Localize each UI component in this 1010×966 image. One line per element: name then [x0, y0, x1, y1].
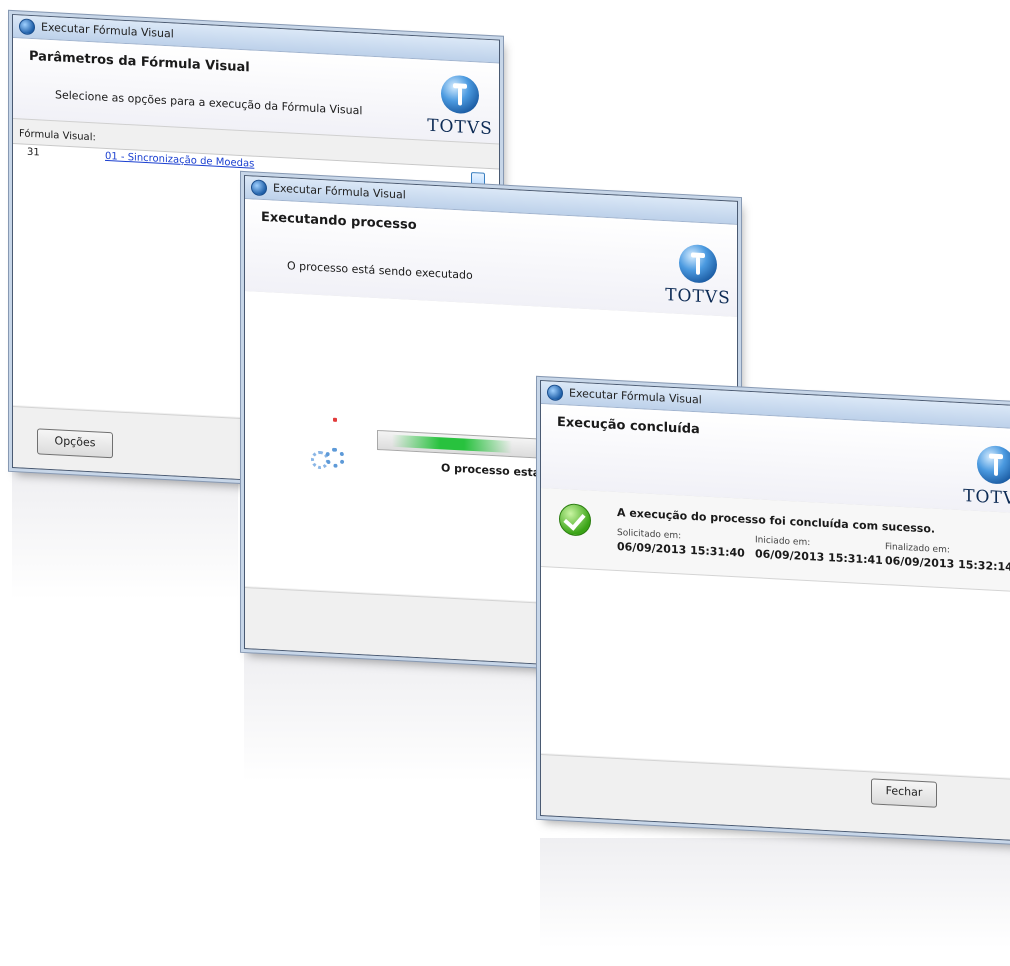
close-button[interactable]: Fechar [871, 778, 937, 808]
totvs-logo: TOTVS [963, 444, 1010, 510]
requested-value: 06/09/2013 15:31:40 [617, 540, 745, 560]
formula-code: 31 [27, 146, 40, 159]
header-subtitle: Selecione as opções para a execução da F… [55, 88, 363, 118]
progress-status: O processo está [441, 461, 541, 480]
window-title: Executar Fórmula Visual [569, 386, 702, 407]
success-check-icon [559, 502, 591, 537]
totvs-logo-icon [679, 243, 717, 284]
started-label: Iniciado em: [755, 535, 811, 549]
totvs-logo-icon [977, 444, 1010, 485]
app-icon [251, 179, 267, 197]
formula-label: Fórmula Visual: [19, 128, 96, 144]
requested-label: Solicitado em: [617, 528, 682, 542]
totvs-logo-text: TOTVS [963, 486, 1010, 510]
app-icon [19, 18, 35, 36]
totvs-logo: TOTVS [427, 74, 493, 139]
window-title: Executar Fórmula Visual [41, 20, 174, 41]
totvs-logo: TOTVS [665, 243, 731, 309]
totvs-logo-text: TOTVS [665, 285, 731, 309]
reflection-window-3 [540, 838, 1010, 948]
edit-params-icon[interactable] [471, 172, 485, 187]
header-subtitle: O processo está sendo executado [287, 259, 473, 282]
result-area [541, 566, 1010, 779]
window-completed: Executar Fórmula Visual Execução concluí… [540, 380, 1010, 842]
totvs-logo-text: TOTVS [427, 115, 493, 140]
totvs-logo-icon [441, 74, 479, 115]
finished-value: 06/09/2013 15:32:14 [885, 554, 1010, 574]
reflection-window-2 [244, 652, 536, 782]
gear-icon [311, 417, 345, 473]
header-title: Executando processo [261, 209, 417, 234]
header-title: Parâmetros da Fórmula Visual [29, 48, 250, 76]
finished-label: Finalizado em: [885, 542, 950, 556]
reflection-window-1 [12, 470, 238, 600]
window-title: Executar Fórmula Visual [273, 181, 406, 202]
app-icon [547, 384, 563, 402]
formula-link[interactable]: 01 - Sincronização de Moedas [105, 151, 254, 170]
started-value: 06/09/2013 15:31:41 [755, 547, 883, 567]
options-button[interactable]: Opções [37, 428, 113, 459]
progress-bar-fill [392, 434, 512, 454]
header-title: Execução concluída [557, 414, 700, 438]
